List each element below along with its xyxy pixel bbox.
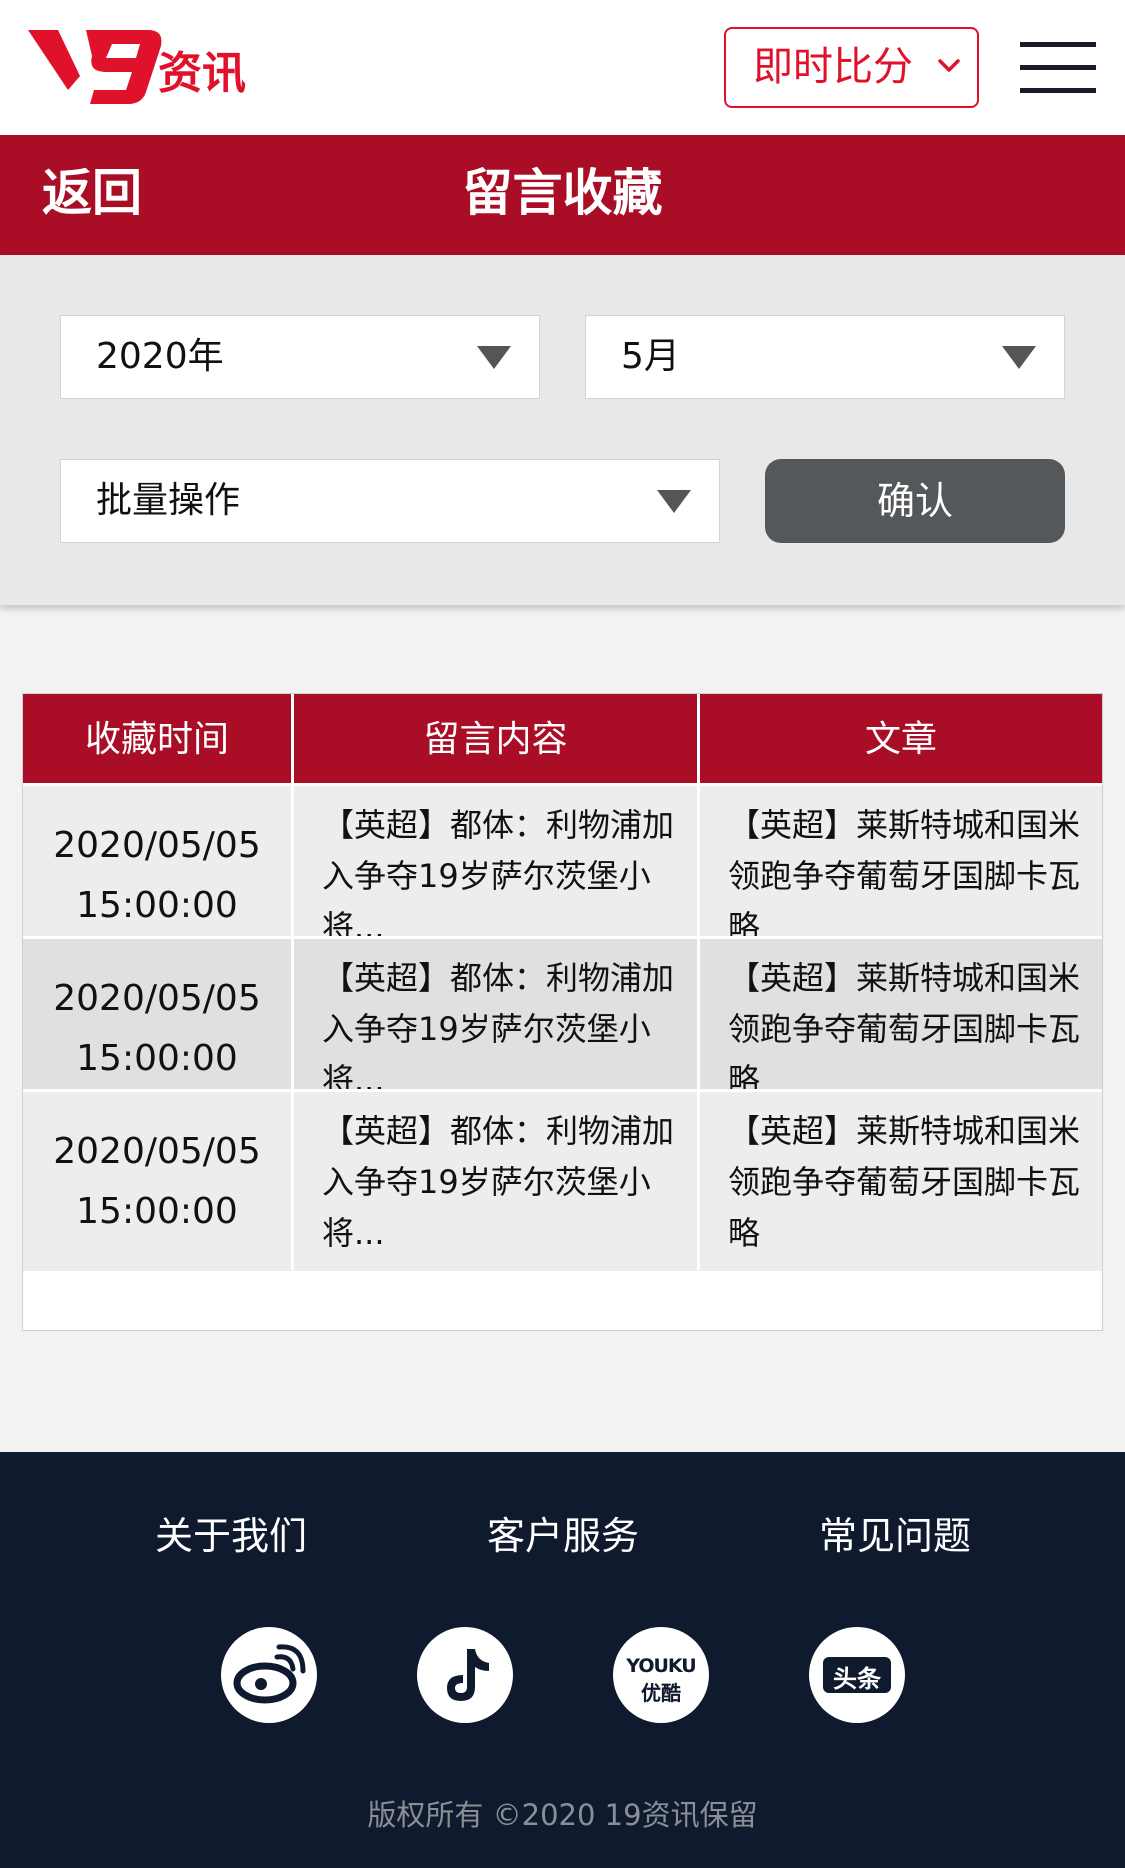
dropdown-triangle-icon <box>657 490 691 513</box>
table-header: 收藏时间 留言内容 文章 <box>23 694 1102 786</box>
footer-link-faq[interactable]: 常见问题 <box>819 1514 971 1560</box>
message-content-cell[interactable]: 【英超】都体：利物浦加入争夺19岁萨尔茨堡小将... <box>291 1092 697 1270</box>
douyin-icon[interactable] <box>417 1627 513 1723</box>
footer-link-service[interactable]: 客户服务 <box>487 1514 639 1560</box>
dropdown-triangle-icon <box>1002 346 1036 369</box>
favorite-date: 2020/05/05 <box>53 978 261 1019</box>
batch-action-select[interactable]: 批量操作 <box>60 459 720 543</box>
favorites-table: 收藏时间 留言内容 文章 2020/05/05 15:00:00 【英超】都体：… <box>22 693 1103 1331</box>
youku-text-bottom: 优酷 <box>641 1681 681 1705</box>
favorite-date: 2020/05/05 <box>53 1131 261 1172</box>
favorite-time: 15:00:00 <box>76 885 238 926</box>
month-select-value: 5月 <box>621 336 680 377</box>
favorite-date: 2020/05/05 <box>53 825 261 866</box>
youku-icon[interactable]: YOUKU 优酷 <box>613 1627 709 1723</box>
batch-action-value: 批量操作 <box>96 480 241 521</box>
favorite-time: 15:00:00 <box>76 1038 238 1079</box>
douyin-glyph <box>447 1649 489 1701</box>
filter-panel: 2020年 5月 批量操作 确认 <box>0 255 1125 605</box>
logo-text: 资讯 <box>158 48 246 99</box>
youku-text-top: YOUKU <box>626 1655 696 1677</box>
site-footer: 关于我们 客户服务 常见问题 YOUKU 优酷 头条 版权所有 ©2020 19… <box>0 1452 1125 1868</box>
footer-link-about[interactable]: 关于我们 <box>155 1514 307 1560</box>
dropdown-triangle-icon <box>477 346 511 369</box>
confirm-button[interactable]: 确认 <box>765 459 1065 543</box>
month-select[interactable]: 5月 <box>585 315 1065 399</box>
year-select[interactable]: 2020年 <box>60 315 540 399</box>
weibo-glyph <box>233 1644 306 1704</box>
toutiao-icon[interactable]: 头条 <box>809 1627 905 1723</box>
menu-icon[interactable] <box>1020 42 1096 94</box>
copyright-text: 版权所有 ©2020 19资讯保留 <box>367 1798 758 1832</box>
back-button[interactable]: 返回 <box>42 163 142 223</box>
toutiao-text: 头条 <box>833 1665 881 1693</box>
title-bar: 留言收藏 返回 <box>0 135 1125 255</box>
table-row[interactable]: 2020/05/05 15:00:00 【英超】都体：利物浦加入争夺19岁萨尔茨… <box>23 1089 1102 1271</box>
column-header-message: 留言内容 <box>291 694 697 786</box>
favorite-time: 15:00:00 <box>76 1191 238 1232</box>
live-score-dropdown[interactable]: 即时比分 <box>724 27 979 108</box>
live-score-label: 即时比分 <box>753 44 913 90</box>
column-header-time: 收藏时间 <box>84 719 229 760</box>
site-logo[interactable]: 资讯 <box>28 26 258 110</box>
favorite-time-cell: 2020/05/05 15:00:00 <box>23 1092 291 1270</box>
page-title: 留言收藏 <box>462 164 663 222</box>
year-select-value: 2020年 <box>96 336 224 377</box>
column-header-article: 文章 <box>697 694 1102 786</box>
chevron-down-icon <box>938 59 960 72</box>
weibo-icon[interactable] <box>221 1627 317 1723</box>
logo-19-icon <box>28 30 162 104</box>
top-header: 资讯 即时比分 <box>0 0 1125 135</box>
article-link-cell[interactable]: 【英超】莱斯特城和国米领跑争夺葡萄牙国脚卡瓦略 <box>697 1092 1102 1270</box>
